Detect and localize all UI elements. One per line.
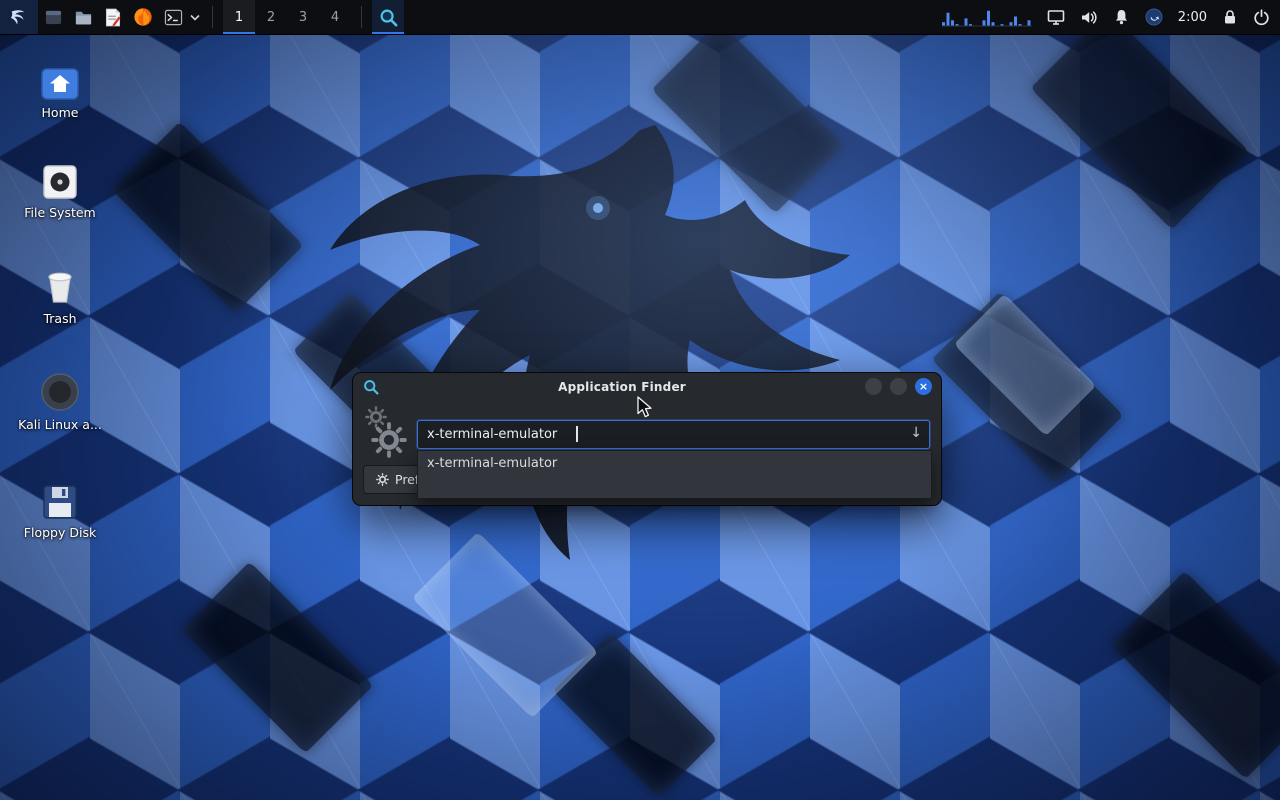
light-cube xyxy=(954,294,1096,436)
files-icon xyxy=(44,8,63,27)
cpu-graph[interactable] xyxy=(942,7,1032,27)
window-buttons: × xyxy=(865,378,932,395)
floppy-disk-icon xyxy=(42,484,78,520)
launcher-terminal[interactable] xyxy=(158,0,188,34)
minimize-button[interactable] xyxy=(865,378,882,395)
maximize-button[interactable] xyxy=(890,378,907,395)
desktop-icon-label: Kali Linux a... xyxy=(12,417,108,432)
launcher-files[interactable] xyxy=(38,0,68,34)
light-cube xyxy=(412,532,598,718)
gear-icon xyxy=(376,473,389,486)
glass-cube xyxy=(932,292,1124,484)
application-finder-gears-icon xyxy=(365,406,417,460)
home-icon xyxy=(41,68,79,100)
applications-menu-button[interactable] xyxy=(0,0,38,34)
firefox-icon xyxy=(133,7,153,27)
glass-cube xyxy=(553,633,717,797)
window-title: Application Finder xyxy=(385,380,859,394)
panel-separator xyxy=(361,6,362,28)
glass-cube xyxy=(652,22,844,214)
desktop-icon-trash[interactable]: Trash xyxy=(12,262,108,326)
desktop-icon-label: Floppy Disk xyxy=(12,525,108,540)
tray-status-icon[interactable] xyxy=(1145,8,1163,26)
launcher-text-editor[interactable] xyxy=(98,0,128,34)
clock[interactable]: 2:00 xyxy=(1178,10,1207,25)
panel-left-group: 1 2 3 4 xyxy=(0,0,404,34)
glass-cube xyxy=(112,122,304,314)
display-icon[interactable] xyxy=(1047,9,1065,26)
terminal-icon xyxy=(164,8,183,27)
power-icon[interactable] xyxy=(1253,9,1270,26)
glass-cube xyxy=(1111,571,1280,779)
application-finder-window: Application Finder × ↓ Preferences xyxy=(352,372,942,506)
workspace-3[interactable]: 3 xyxy=(287,0,319,34)
workspace-4[interactable]: 4 xyxy=(319,0,351,34)
file-system-icon xyxy=(42,164,78,200)
close-icon: × xyxy=(919,381,928,392)
completion-item[interactable]: x-terminal-emulator xyxy=(418,451,931,476)
launcher-file-manager[interactable] xyxy=(68,0,98,34)
search-entry: ↓ xyxy=(417,420,930,449)
desktop-icon-floppy-disk[interactable]: Floppy Disk xyxy=(12,476,108,540)
desktop-icon-kali-docs[interactable]: Kali Linux a... xyxy=(12,368,108,432)
kali-circle-icon xyxy=(40,372,80,412)
desktop-icon-label: Trash xyxy=(12,311,108,326)
lock-icon[interactable] xyxy=(1222,8,1238,26)
desktop-icon-home[interactable]: Home xyxy=(12,56,108,120)
panel-separator xyxy=(212,6,213,28)
workspace-1-label: 1 xyxy=(235,10,243,25)
text-editor-icon xyxy=(104,8,122,27)
window-body: ↓ Preferences x-terminal-emulator xyxy=(353,400,941,504)
kali-logo-icon xyxy=(8,6,30,28)
top-panel: 1 2 3 4 xyxy=(0,0,1280,35)
close-button[interactable]: × xyxy=(915,378,932,395)
workspace-2[interactable]: 2 xyxy=(255,0,287,34)
workspace-4-label: 4 xyxy=(331,10,339,25)
launcher-firefox[interactable] xyxy=(128,0,158,34)
entry-dropdown-arrow-icon[interactable]: ↓ xyxy=(910,425,922,441)
desktop-icon-label: File System xyxy=(12,205,108,220)
text-caret xyxy=(576,426,578,442)
search-icon xyxy=(378,7,398,27)
trash-icon xyxy=(44,268,76,306)
desktop: 1 2 3 4 xyxy=(0,0,1280,800)
desktop-icon-label: Home xyxy=(12,105,108,120)
chevron-down-icon xyxy=(190,14,200,21)
search-input[interactable] xyxy=(418,421,929,448)
glass-cube xyxy=(1030,10,1249,229)
panel-right-group: 2:00 xyxy=(942,0,1280,34)
launcher-dropdown-button[interactable] xyxy=(188,0,202,34)
workspace-2-label: 2 xyxy=(267,10,275,25)
window-search-icon xyxy=(362,378,379,395)
window-titlebar[interactable]: Application Finder × xyxy=(353,373,941,400)
desktop-icon-file-system[interactable]: File System xyxy=(12,156,108,220)
volume-icon[interactable] xyxy=(1080,9,1098,26)
taskbar-application-finder[interactable] xyxy=(372,0,404,34)
glass-cube xyxy=(182,562,374,754)
workspace-3-label: 3 xyxy=(299,10,307,25)
completion-popup: x-terminal-emulator xyxy=(417,450,932,499)
workspace-1[interactable]: 1 xyxy=(223,0,255,34)
folder-icon xyxy=(74,8,93,27)
notifications-bell-icon[interactable] xyxy=(1113,8,1130,26)
